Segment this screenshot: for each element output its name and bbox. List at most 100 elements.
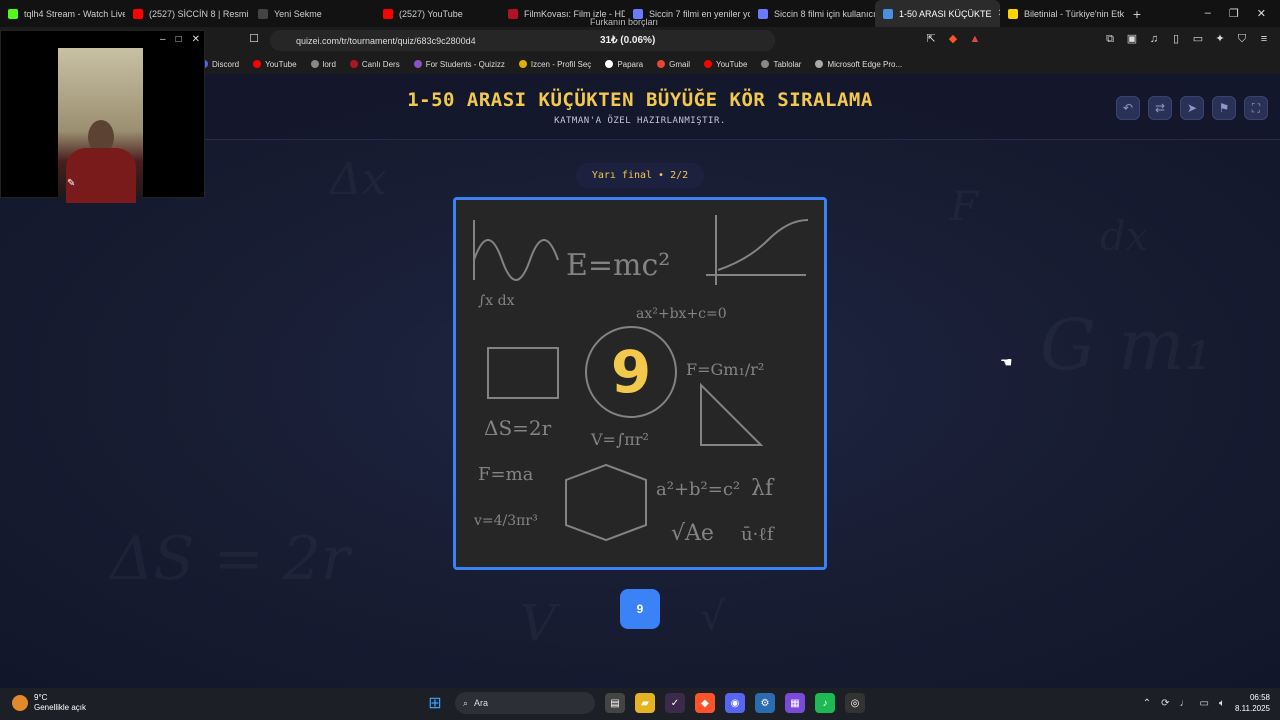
bookmark-item[interactable]: Microsoft Edge Pro...: [815, 60, 902, 69]
bookmark-item[interactable]: YouTube: [704, 60, 747, 69]
mute-icon[interactable]: ✎: [67, 178, 75, 189]
tab-favicon-icon: [758, 8, 768, 19]
minimize-window-icon[interactable]: –: [1205, 7, 1211, 20]
fullscreen-button[interactable]: ⛶: [1244, 96, 1268, 120]
bookmark-item[interactable]: Papara: [605, 60, 643, 69]
menu-icon[interactable]: ≡: [1258, 33, 1270, 45]
app-launcher-icon[interactable]: ▦: [785, 693, 805, 713]
file-explorer-icon[interactable]: ▰: [635, 693, 655, 713]
rewards-icon[interactable]: ▲: [969, 33, 981, 45]
bookmark-item[interactable]: Tablolar: [761, 60, 801, 69]
bookmark-item[interactable]: Izcen - Profil Seç: [518, 60, 591, 69]
tab-favicon-icon: [258, 8, 268, 19]
share-icon: ⇄: [1154, 101, 1166, 115]
tab-label: (2527) SİCCİN 8 | Resmi Fr: [149, 8, 250, 19]
weather-temp: 9°C: [34, 693, 48, 702]
search-label: Ara: [474, 698, 489, 708]
chalk-formula: ū·ℓf: [741, 524, 775, 545]
undo-icon: ↶: [1122, 101, 1134, 115]
task-view-icon[interactable]: ▤: [605, 693, 625, 713]
weather-icon: [12, 695, 28, 711]
leo-icon[interactable]: ✦: [1214, 33, 1226, 45]
bookmark-label: Microsoft Edge Pro...: [827, 59, 903, 69]
bookmark-item[interactable]: Discord: [200, 60, 239, 69]
start-button[interactable]: ⊞: [425, 693, 445, 713]
undo-button[interactable]: ↶: [1116, 96, 1140, 120]
share-button[interactable]: ⇄: [1148, 96, 1172, 120]
tab-favicon-icon: [883, 8, 893, 19]
weather-widget[interactable]: 9°C Genellikle açık: [12, 693, 86, 713]
bookmark-item[interactable]: For Students - Quizizz: [413, 60, 505, 69]
chalk-formula: F=Gm₁/r²: [686, 360, 764, 379]
browser-tab[interactable]: Biletinial - Türkiye'nin Etk: [1000, 0, 1125, 27]
question-card[interactable]: E=mc² ax²+bx+c=0 ∫x dx ΔS=2r V=∫πr² F=ma a²+b²…: [453, 197, 827, 570]
search-icon: ⌕: [463, 697, 469, 708]
webcam-video: [58, 48, 143, 203]
steam-icon[interactable]: ◎: [845, 693, 865, 713]
bookmark-favicon-icon: [761, 60, 770, 68]
spotify-icon[interactable]: ♪: [815, 693, 835, 713]
volume-icon[interactable]: 🔈︎: [1219, 698, 1225, 709]
bookmark-item[interactable]: Canlı Ders: [349, 60, 400, 69]
url-field[interactable]: Furkanın borçları quizei.com/tr/tourname…: [270, 17, 775, 51]
app-icon[interactable]: ✓: [665, 693, 685, 713]
background-formula: ΔS = 2r: [110, 524, 350, 594]
display-icon[interactable]: ▭: [1200, 698, 1209, 709]
close-window-icon[interactable]: ✕: [1257, 7, 1266, 20]
maximize-icon[interactable]: □: [176, 34, 182, 45]
tab-favicon-icon: [1008, 8, 1018, 19]
share-icon[interactable]: ⇱: [925, 33, 937, 45]
wallet-icon[interactable]: ▭: [1192, 33, 1204, 45]
chalk-formula: v=4/3πr³: [473, 513, 538, 529]
browser-tab[interactable]: (2527) SİCCİN 8 | Resmi Fr: [125, 0, 250, 27]
chalk-formula: ax²+bx+c=0: [636, 306, 727, 322]
round-badge: Yarı final • 2/2: [576, 163, 704, 188]
brave-shield-icon[interactable]: ◆: [947, 33, 959, 45]
tab-label: 1-50 ARASI KÜÇÜKTE: [899, 8, 992, 19]
answer-slot[interactable]: 9: [620, 589, 660, 629]
browser-tab[interactable]: Yeni Sekme: [250, 0, 375, 27]
browser-tab[interactable]: (2527) YouTube: [375, 0, 500, 27]
extensions-icon[interactable]: ⧉: [1104, 33, 1116, 45]
send-button[interactable]: ➤: [1180, 96, 1204, 120]
tab-label: (2527) YouTube: [399, 8, 463, 19]
music-icon[interactable]: ♫: [1148, 33, 1160, 45]
bookmark-icon[interactable]: ☐: [248, 33, 260, 45]
background-formula: √: [700, 594, 726, 640]
tab-favicon-icon: [8, 8, 18, 19]
browser-tab[interactable]: Siccin 8 filmi için kullanıcı: [750, 0, 875, 27]
bookmark-label: YouTube: [265, 59, 297, 69]
tab-favicon-icon: [133, 8, 143, 19]
browser-tab[interactable]: tqlh4 Stream - Watch Live: [0, 0, 125, 27]
chalk-formula: F=ma: [478, 464, 534, 485]
screenshot-icon[interactable]: ▣: [1126, 33, 1138, 45]
sidebar-icon[interactable]: ▯: [1170, 33, 1182, 45]
restore-window-icon[interactable]: ❐: [1229, 7, 1239, 20]
bookmark-item[interactable]: lord: [310, 60, 336, 69]
bookmark-favicon-icon: [413, 60, 422, 68]
chalk-formula: √Ae: [671, 521, 714, 546]
sync-icon[interactable]: ⟳: [1161, 698, 1169, 709]
browser-tab[interactable]: 1-50 ARASI KÜÇÜKTE✕: [875, 0, 1000, 27]
bookmark-favicon-icon: [349, 60, 358, 68]
chevron-up-icon[interactable]: ⌃: [1143, 698, 1151, 709]
report-button[interactable]: ⚑: [1212, 96, 1236, 120]
vpn-icon[interactable]: ⛉: [1236, 33, 1248, 45]
new-tab-button[interactable]: +: [1125, 6, 1149, 22]
bookmark-item[interactable]: Gmail: [657, 60, 690, 69]
bookmark-favicon-icon: [605, 60, 614, 68]
time: 06:58: [1249, 693, 1270, 702]
bookmark-label: Discord: [212, 59, 240, 69]
pip-window[interactable]: – □ ✕ ✎: [0, 30, 205, 203]
settings-icon[interactable]: ⚙: [755, 693, 775, 713]
discord-icon[interactable]: ◉: [725, 693, 745, 713]
minimize-icon[interactable]: –: [160, 34, 166, 45]
clock[interactable]: 06:58 8.11.2025: [1235, 692, 1270, 714]
close-icon[interactable]: ✕: [192, 34, 200, 45]
brave-icon[interactable]: ◆: [695, 693, 715, 713]
bookmark-item[interactable]: YouTube: [253, 59, 297, 69]
taskbar: 9°C Genellikle açık ⊞ ⌕ Ara ▤ ▰ ✓ ◆ ◉ ⚙ …: [0, 688, 1280, 720]
microphone-icon[interactable]: ♩: [1180, 698, 1190, 709]
taskbar-search[interactable]: ⌕ Ara: [455, 692, 595, 714]
overlay-rate: 31₺ (0.06%): [600, 35, 656, 46]
